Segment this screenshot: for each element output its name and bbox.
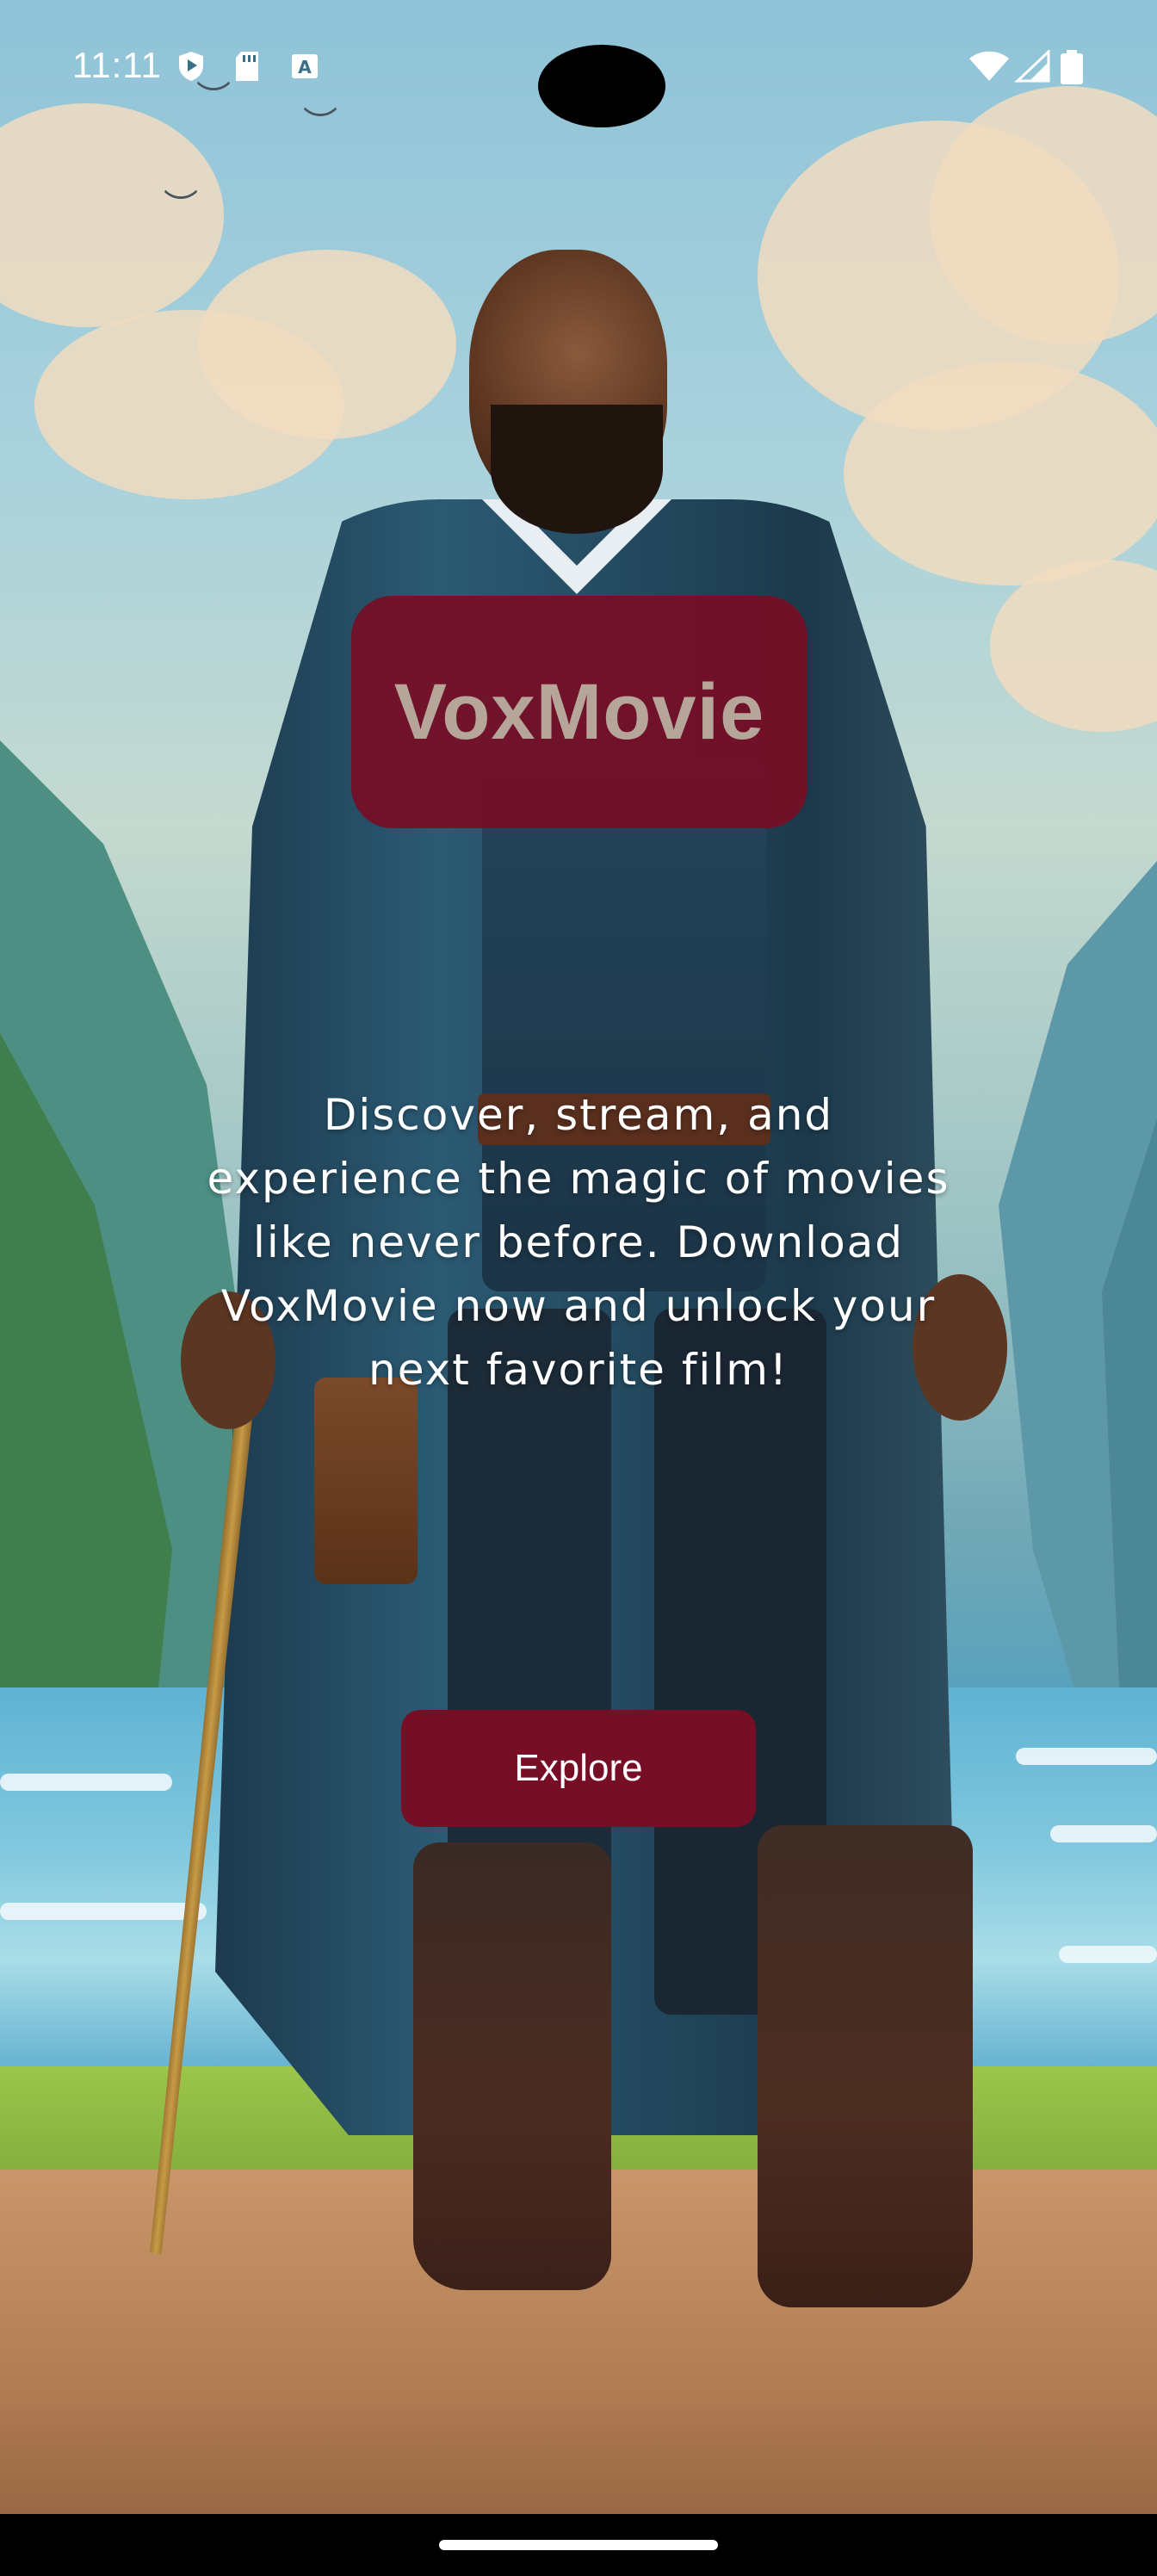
app-logo: VoxMovie: [351, 596, 807, 828]
front-camera-cutout: [538, 45, 665, 127]
status-time: 11:11: [72, 45, 162, 85]
play-protect-icon: [176, 50, 207, 83]
sd-card-icon: [232, 50, 263, 83]
battery-icon: [1059, 50, 1085, 84]
welcome-screen: ︶ ︶ ︶ 11:11 A VoxMovie Discover, stream,…: [0, 0, 1157, 2576]
cellular-signal-icon: [1014, 48, 1050, 83]
wifi-icon: [968, 50, 1011, 83]
status-bar: 11:11 A: [0, 0, 1157, 138]
tagline-text: Discover, stream, and experience the mag…: [207, 1090, 950, 1395]
svg-text:A: A: [298, 57, 312, 77]
explore-button[interactable]: Explore: [401, 1710, 756, 1827]
app-name: VoxMovie: [393, 667, 765, 756]
gesture-home-handle[interactable]: [439, 2540, 718, 2550]
keyboard-a-icon: A: [289, 50, 320, 83]
